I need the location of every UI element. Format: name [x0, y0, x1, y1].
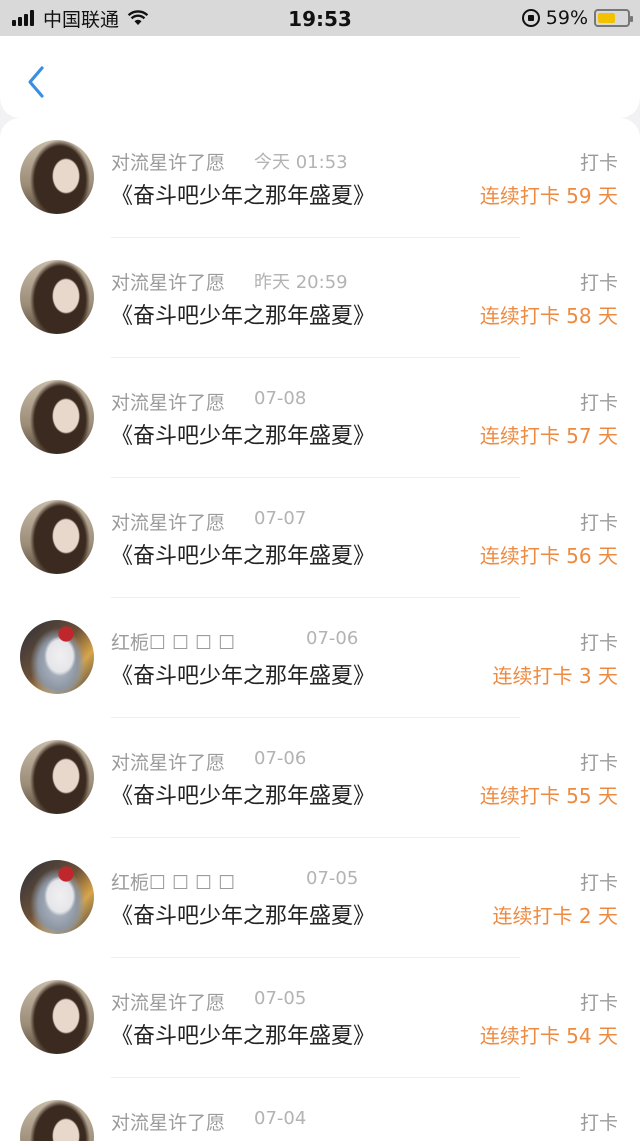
nav-bar — [0, 36, 640, 118]
list-item[interactable]: 对流星许了愿 今天 01:53 《奋斗吧少年之那年盛夏》 打卡连续打卡 59 天 — [0, 118, 640, 238]
show-title[interactable]: 《奋斗吧少年之那年盛夏》 — [111, 658, 375, 690]
streak-count: 连续打卡 57 天 — [479, 424, 618, 448]
user-name[interactable]: 红栀☐ ☐ ☐ ☐ — [111, 868, 235, 895]
avatar[interactable] — [20, 500, 94, 574]
orientation-lock-icon — [521, 9, 540, 27]
streak-count: 连续打卡 54 天 — [479, 1024, 618, 1048]
avatar[interactable] — [20, 140, 94, 214]
streak-count: 连续打卡 56 天 — [479, 544, 618, 568]
streak-count: 连续打卡 3 天 — [492, 664, 618, 688]
status-bar: 中国联通 19:53 59% — [0, 0, 640, 36]
list-item[interactable]: 对流星许了愿 07-08 《奋斗吧少年之那年盛夏》 打卡连续打卡 57 天 — [0, 358, 640, 478]
checkin-tag: 打卡 — [579, 872, 618, 894]
battery-fill — [598, 13, 615, 23]
user-name[interactable]: 对流星许了愿 — [111, 268, 225, 295]
checkin-list: 对流星许了愿 今天 01:53 《奋斗吧少年之那年盛夏》 打卡 连续打卡 59 天对流星… — [0, 118, 640, 1141]
avatar[interactable] — [20, 980, 94, 1054]
streak-count: 连续打卡 55 天 — [479, 784, 618, 808]
post-date: 今天 01:53 — [254, 152, 348, 173]
post-date: 昨天 20:59 — [254, 272, 348, 293]
checkin-tag: 打卡 — [579, 512, 618, 534]
checkin-tag: 打卡 — [579, 752, 618, 774]
checkin-tag: 打卡 — [579, 392, 618, 414]
battery-percent: 59% — [545, 7, 588, 29]
post-date: 07-06 — [254, 748, 307, 769]
list-item[interactable]: 对流星许了愿 07-06 《奋斗吧少年之那年盛夏》 打卡连续打卡 55 天 — [0, 718, 640, 838]
user-name[interactable]: 对流星许了愿 — [111, 1108, 225, 1135]
list-item[interactable]: 红栀☐ ☐ ☐ ☐ 07-05 《奋斗吧少年之那年盛夏》 打卡连续打卡 2 天 — [0, 838, 640, 958]
checkin-tag: 打卡 — [579, 152, 618, 174]
show-title[interactable]: 《奋斗吧少年之那年盛夏》 — [111, 538, 375, 570]
avatar[interactable] — [20, 620, 94, 694]
user-name[interactable]: 对流星许了愿 — [111, 988, 225, 1015]
checkin-tag: 打卡 — [579, 632, 618, 654]
show-title[interactable]: 《奋斗吧少年之那年盛夏》 — [111, 898, 375, 930]
status-right: 59% — [521, 0, 633, 36]
list-item[interactable]: 对流星许了愿 昨天 20:59 《奋斗吧少年之那年盛夏》 打卡连续打卡 58 天 — [0, 238, 640, 358]
show-title[interactable]: 《奋斗吧少年之那年盛夏》 — [111, 418, 375, 450]
list-item[interactable]: 对流星许了愿 07-05 《奋斗吧少年之那年盛夏》 打卡连续打卡 54 天 — [0, 958, 640, 1078]
post-date: 07-07 — [254, 508, 307, 529]
avatar[interactable] — [20, 260, 94, 334]
post-date: 07-08 — [254, 388, 307, 409]
avatar[interactable] — [20, 380, 94, 454]
post-date: 07-04 — [254, 1108, 307, 1129]
checkin-tag: 打卡 — [579, 272, 618, 294]
checkin-tag: 打卡 — [579, 1112, 618, 1134]
show-title[interactable]: 《奋斗吧少年之那年盛夏》 — [111, 298, 375, 330]
avatar[interactable] — [20, 740, 94, 814]
list-item[interactable]: 对流星许了愿 07-07 《奋斗吧少年之那年盛夏》 打卡连续打卡 56 天 — [0, 478, 640, 598]
avatar[interactable] — [20, 860, 94, 934]
streak-count: 连续打卡 58 天 — [479, 304, 618, 328]
list-item[interactable]: 红栀☐ ☐ ☐ ☐ 07-06 《奋斗吧少年之那年盛夏》 打卡连续打卡 3 天 — [0, 598, 640, 718]
post-date: 07-05 — [306, 868, 359, 889]
user-name[interactable]: 对流星许了愿 — [111, 748, 225, 775]
battery-icon — [594, 9, 633, 27]
streak-count: 连续打卡 59 天 — [479, 184, 618, 208]
post-date: 07-05 — [254, 988, 307, 1009]
user-name[interactable]: 对流星许了愿 — [111, 388, 225, 415]
user-name[interactable]: 对流星许了愿 — [111, 148, 225, 175]
show-title[interactable]: 《奋斗吧少年之那年盛夏》 — [111, 778, 375, 810]
show-title[interactable]: 《奋斗吧少年之那年盛夏》 — [111, 1018, 375, 1050]
list-item[interactable]: 对流星许了愿07-04《奋斗吧少年之那年盛夏》打卡 — [0, 1078, 640, 1141]
chevron-left-icon[interactable] — [22, 62, 52, 102]
show-title[interactable]: 《奋斗吧少年之那年盛夏》 — [111, 178, 375, 210]
checkin-tag: 打卡 — [579, 992, 618, 1014]
user-name[interactable]: 红栀☐ ☐ ☐ ☐ — [111, 628, 235, 655]
user-name[interactable]: 对流星许了愿 — [111, 508, 225, 535]
avatar[interactable] — [20, 1100, 94, 1141]
streak-count: 连续打卡 2 天 — [492, 904, 618, 928]
post-date: 07-06 — [306, 628, 359, 649]
